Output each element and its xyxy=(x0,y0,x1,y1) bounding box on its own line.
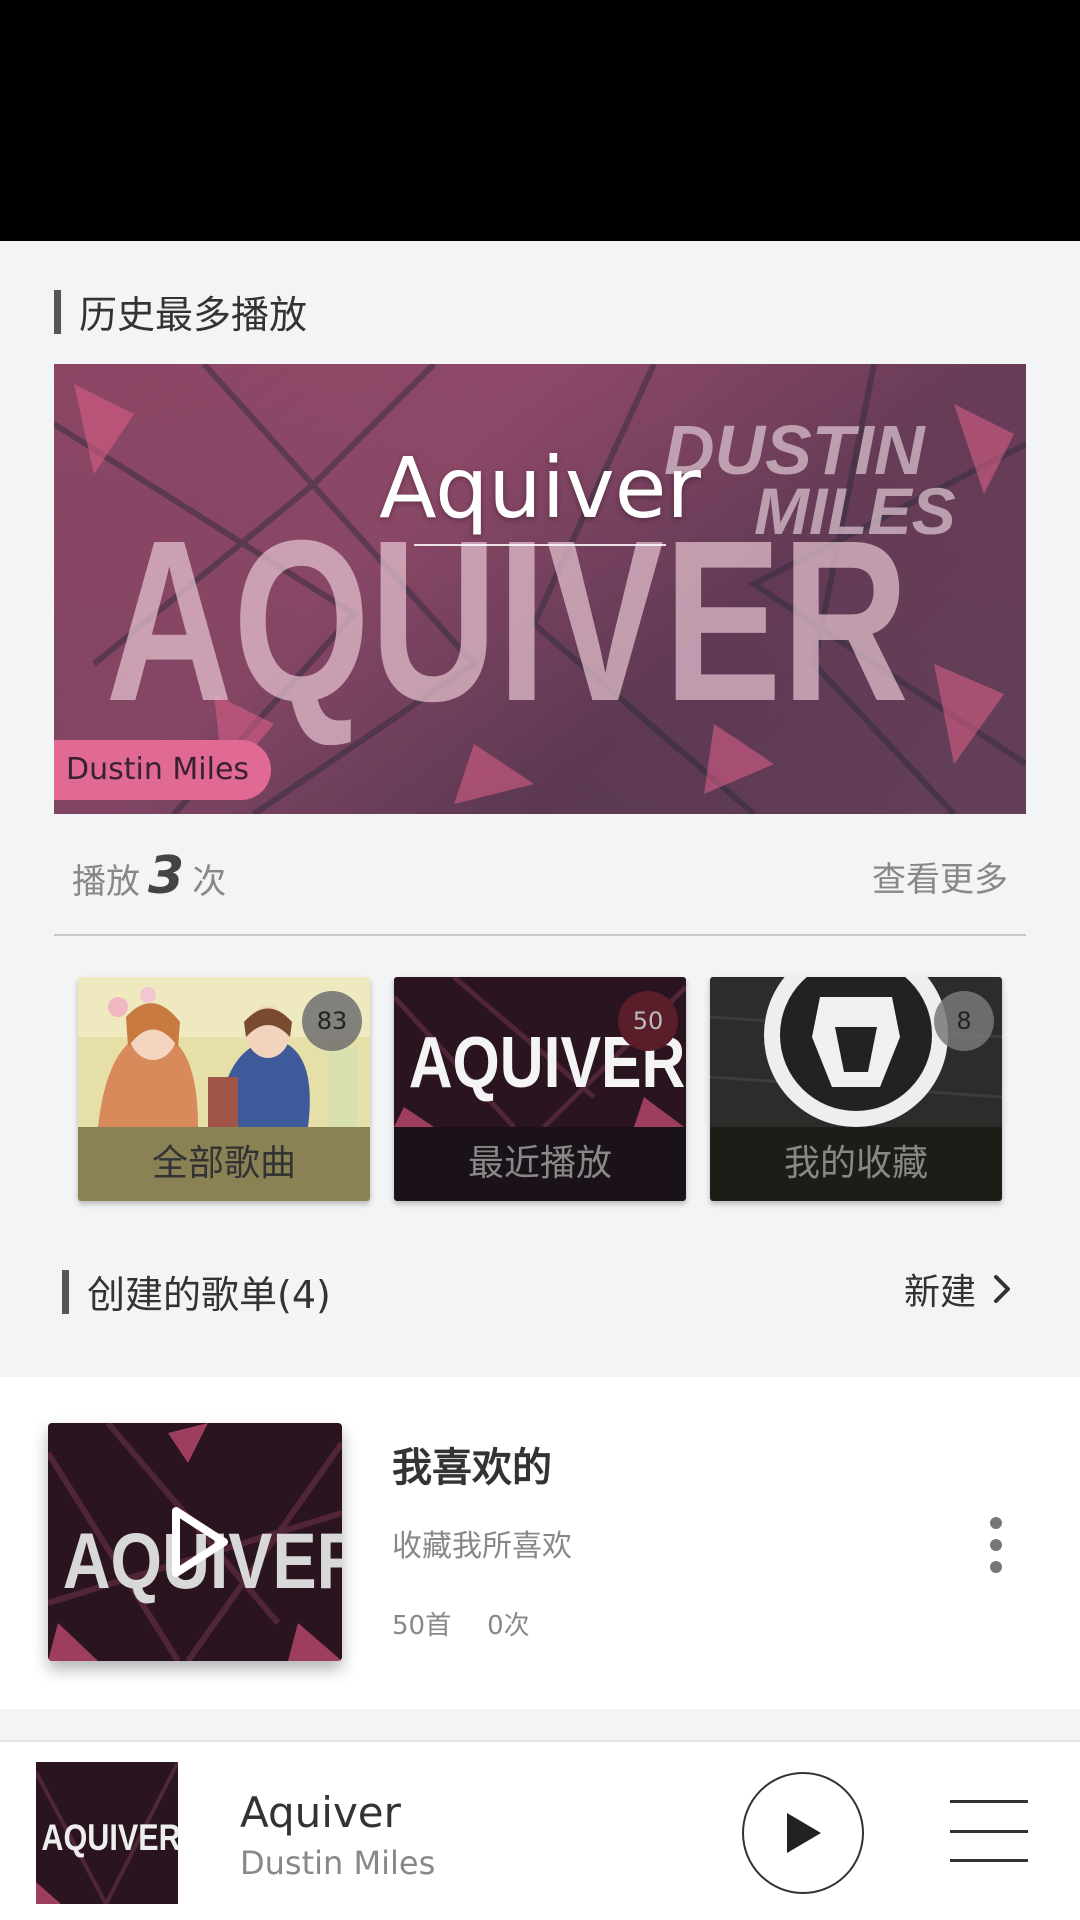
card-favorites[interactable]: 我的收藏 8 xyxy=(710,977,1002,1201)
section-divider xyxy=(54,934,1026,936)
now-playing-art-text: AQUIVER xyxy=(41,1817,178,1859)
history-section-title: 历史最多播放 xyxy=(79,293,308,337)
playlist-meta: 50首 0次 xyxy=(392,1605,530,1642)
playlist-cover-art: AQUIVER xyxy=(48,1423,342,1661)
playlist-description: 收藏我所喜欢 xyxy=(392,1529,572,1564)
playlists-section-title: 创建的歌单(4) xyxy=(87,1273,331,1317)
song-count-badge: 83 xyxy=(302,991,362,1051)
playlist-cover[interactable]: AQUIVER xyxy=(48,1423,342,1661)
play-icon xyxy=(787,1813,821,1853)
play-count: 播放 3 次 xyxy=(72,846,226,906)
mini-player: AQUIVER Aquiver Dustin Miles xyxy=(0,1740,1080,1920)
song-count-badge: 50 xyxy=(618,991,678,1051)
section-accent-bar xyxy=(62,1269,69,1314)
card-label: 全部歌曲 xyxy=(78,1127,370,1201)
menu-icon[interactable] xyxy=(950,1800,1028,1862)
view-more-link[interactable]: 查看更多 xyxy=(872,852,1008,901)
play-count-prefix: 播放 xyxy=(72,862,140,902)
playlist-item[interactable]: AQUIVER 我喜欢的 收藏我所喜欢 50首 0次 xyxy=(0,1377,1080,1709)
section-accent-bar xyxy=(54,289,61,334)
play-button[interactable] xyxy=(742,1772,864,1894)
play-count-number: 3 xyxy=(148,846,185,906)
more-vert-icon[interactable] xyxy=(984,1517,1008,1573)
banner-song-title: Aquiver xyxy=(379,439,701,537)
play-count-row: 播放 3 次 查看更多 xyxy=(72,846,1008,906)
card-label: 最近播放 xyxy=(394,1127,686,1201)
playlist-title: 我喜欢的 xyxy=(392,1445,552,1491)
play-count-suffix: 次 xyxy=(192,862,227,902)
now-playing-artist: Dustin Miles xyxy=(240,1844,436,1882)
top-played-banner[interactable]: AQUIVER DUSTIN MILES Aquiver Dustin Mile… xyxy=(54,364,1026,814)
playlists-section-header: 创建的歌单(4) xyxy=(62,1264,331,1319)
now-playing-cover-art: AQUIVER xyxy=(36,1762,178,1904)
playlist-song-count: 50首 xyxy=(392,1611,452,1641)
playlist-play-count: 0次 xyxy=(487,1611,530,1641)
card-all-songs[interactable]: 全部歌曲 83 xyxy=(78,977,370,1201)
banner-artist-tag: Dustin Miles xyxy=(54,740,272,800)
song-count-badge: 8 xyxy=(934,991,994,1051)
history-section-header: 历史最多播放 xyxy=(54,284,307,339)
new-playlist-button[interactable]: 新建 xyxy=(904,1264,1016,1314)
new-playlist-label: 新建 xyxy=(904,1272,977,1313)
now-playing-title: Aquiver xyxy=(240,1788,401,1837)
card-recent-plays[interactable]: AQUIVER 最近播放 50 xyxy=(394,977,686,1201)
card-label: 我的收藏 xyxy=(710,1127,1002,1201)
library-cards: 全部歌曲 83 AQUIVER 最近播放 50 我的收藏 8 xyxy=(78,977,1002,1201)
chevron-right-icon xyxy=(994,1275,1011,1303)
status-bar xyxy=(0,0,1080,241)
banner-title-underline xyxy=(414,544,666,546)
now-playing-cover[interactable]: AQUIVER xyxy=(36,1762,178,1904)
